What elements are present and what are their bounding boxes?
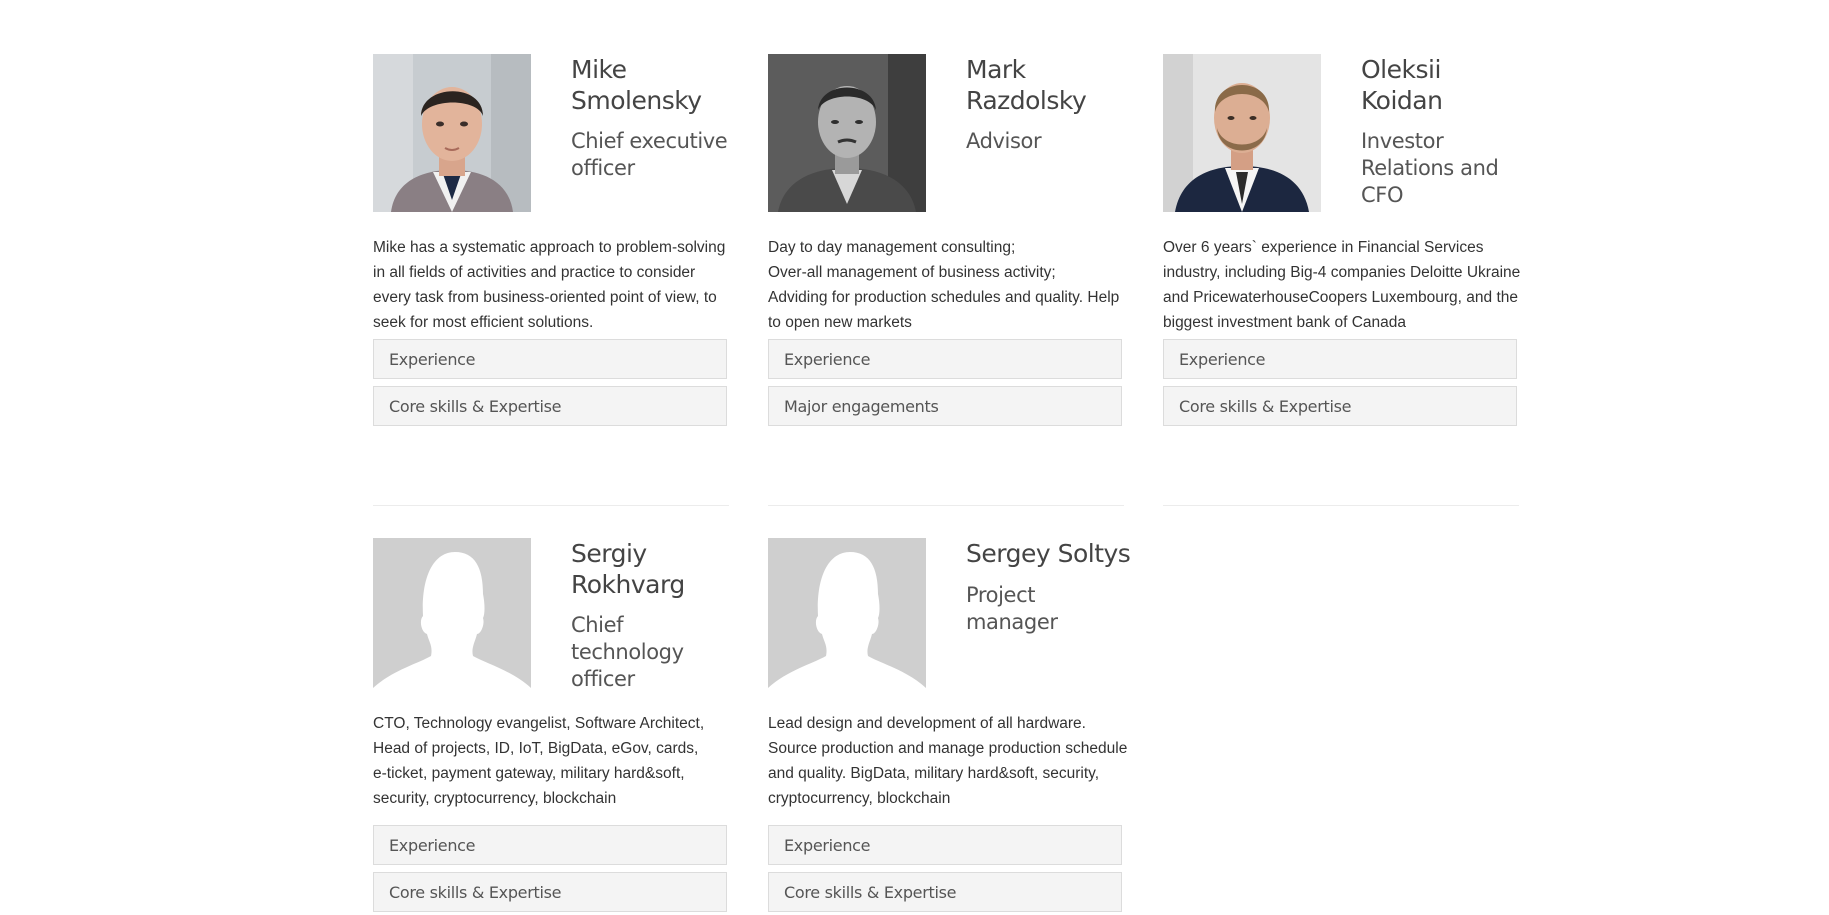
member-name: Sergey Soltys — [966, 539, 1131, 568]
member-name: Mike Smolensky — [571, 55, 702, 115]
experience-accordion[interactable]: Experience — [373, 825, 727, 865]
core-skills-accordion[interactable]: Core skills & Expertise — [373, 872, 727, 912]
member-role: Chief executive officer — [571, 129, 728, 180]
member-photo — [768, 538, 926, 696]
member-bio: Lead design and development of all hardw… — [768, 715, 1128, 807]
core-skills-accordion[interactable]: Core skills & Expertise — [768, 872, 1122, 912]
row-divider — [768, 505, 1124, 506]
member-name: Oleksii Koidan — [1361, 55, 1443, 115]
member-role: Investor Relations and CFO — [1361, 129, 1499, 207]
placeholder-silhouette-icon — [768, 538, 926, 696]
member-photo — [373, 54, 531, 212]
team-section: Mike Smolensky Chief executive officer M… — [0, 0, 1829, 915]
major-engagements-accordion[interactable]: Major engagements — [768, 386, 1122, 426]
experience-accordion[interactable]: Experience — [768, 339, 1122, 379]
portrait-photo-bw — [768, 54, 926, 212]
member-photo — [768, 54, 926, 212]
member-bio: Over 6 years` experience in Financial Se… — [1163, 239, 1521, 331]
member-bio: Day to day management consulting; Over-a… — [768, 239, 1120, 331]
experience-accordion[interactable]: Experience — [1163, 339, 1517, 379]
core-skills-accordion[interactable]: Core skills & Expertise — [1163, 386, 1517, 426]
member-role: Project manager — [966, 583, 1058, 634]
core-skills-accordion[interactable]: Core skills & Expertise — [373, 386, 727, 426]
member-name: Mark Razdolsky — [966, 55, 1087, 115]
member-photo — [373, 538, 531, 696]
member-photo — [1163, 54, 1321, 212]
portrait-photo — [373, 54, 531, 212]
member-bio: CTO, Technology evangelist, Software Arc… — [373, 715, 705, 807]
member-bio: Mike has a systematic approach to proble… — [373, 239, 726, 331]
placeholder-silhouette-icon — [373, 538, 531, 696]
portrait-photo — [1163, 54, 1321, 212]
member-role: Chief technology officer — [571, 613, 684, 691]
row-divider — [1163, 505, 1519, 506]
experience-accordion[interactable]: Experience — [373, 339, 727, 379]
row-divider — [373, 505, 729, 506]
member-name: Sergiy Rokhvarg — [571, 539, 685, 599]
member-role: Advisor — [966, 129, 1042, 153]
experience-accordion[interactable]: Experience — [768, 825, 1122, 865]
